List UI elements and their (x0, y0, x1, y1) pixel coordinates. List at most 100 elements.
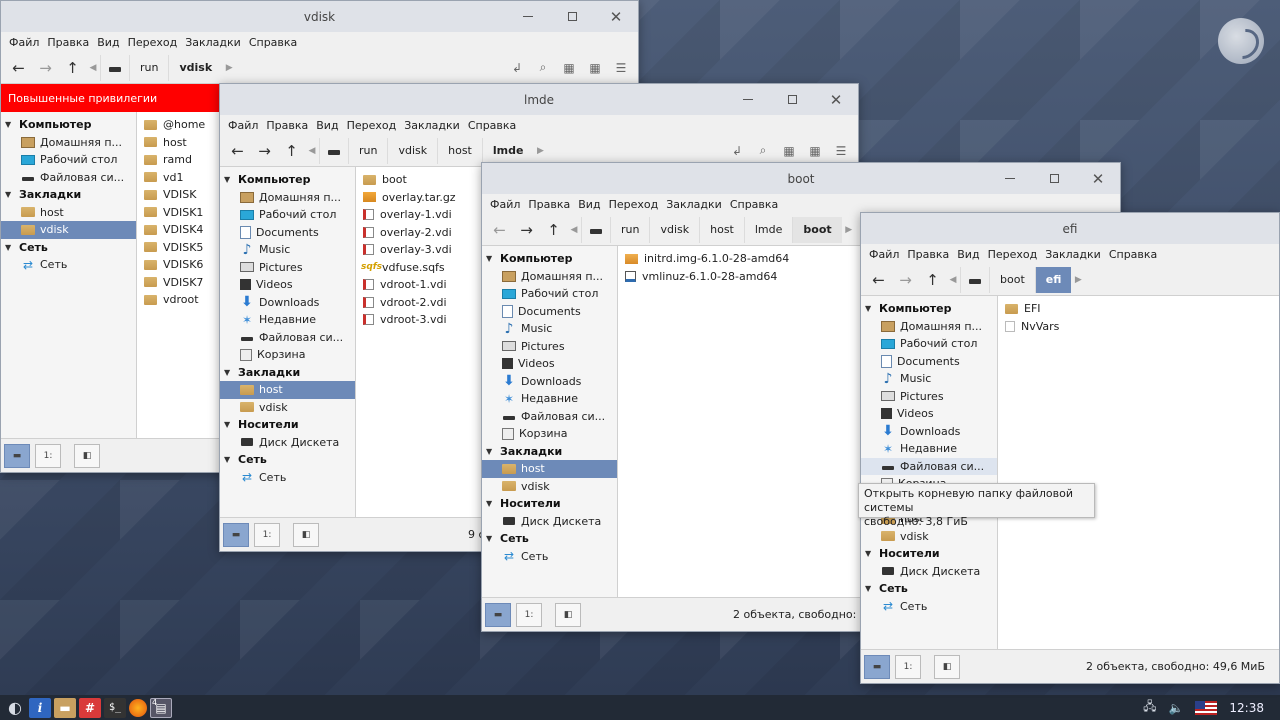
sidebar-item-pictures[interactable]: Pictures (482, 338, 617, 356)
sidebar-item-network[interactable]: ⇄ Сеть (220, 469, 355, 487)
sidebar-item-music[interactable]: ♪ Music (861, 370, 997, 388)
sidebar-item-desktop[interactable]: Рабочий стол (861, 335, 997, 353)
compact-view-button[interactable]: ▦ (582, 55, 608, 81)
crumb-scroll-left[interactable]: ◀ (86, 63, 100, 73)
crumb-run[interactable]: run (610, 216, 649, 243)
minimize-button[interactable] (506, 1, 550, 32)
toggle-sidebar-button[interactable]: ◧ (74, 443, 100, 468)
up-button[interactable]: ↑ (540, 216, 567, 243)
titlebar[interactable]: efi (861, 213, 1279, 244)
toggle-tree-button[interactable]: 1: (254, 522, 280, 547)
sidebar-item-desktop[interactable]: Рабочий стол (220, 206, 355, 224)
sidebar-item-floppy[interactable]: Диск Дискета (861, 563, 997, 581)
menu-file[interactable]: Файл (486, 198, 524, 211)
crumb-run[interactable]: run (129, 54, 168, 81)
menu-view[interactable]: Вид (312, 119, 342, 132)
sidebar-item-music[interactable]: ♪ Music (220, 241, 355, 259)
menu-file[interactable]: Файл (5, 36, 43, 49)
minimize-button[interactable] (988, 163, 1032, 194)
sidebar-section-bookmarks[interactable]: ▼ Закладки (220, 364, 355, 382)
menu-edit[interactable]: Правка (262, 119, 312, 132)
menu-bookmarks[interactable]: Закладки (400, 119, 464, 132)
menu-help[interactable]: Справка (245, 36, 301, 49)
search-button[interactable]: ⌕ (530, 55, 556, 81)
menu-go[interactable]: Переход (343, 119, 401, 132)
forward-button[interactable]: → (513, 216, 540, 243)
crumb-scroll-left[interactable]: ◀ (305, 146, 319, 156)
menu-go[interactable]: Переход (605, 198, 663, 211)
info-launcher[interactable]: i (29, 697, 51, 718)
menu-go[interactable]: Переход (124, 36, 182, 49)
menu-edit[interactable]: Правка (43, 36, 93, 49)
crumb-scroll-right[interactable]: ▶ (842, 225, 856, 235)
crumb-vdisk[interactable]: vdisk (649, 216, 699, 243)
crumb-boot[interactable]: boot (989, 266, 1035, 293)
sidebar-item-videos[interactable]: Videos (861, 405, 997, 423)
sidebar-section-bookmarks[interactable]: ▼ Закладки (1, 186, 136, 204)
crumb-vdisk[interactable]: vdisk (387, 137, 437, 164)
sidebar-section-network[interactable]: ▼ Сеть (861, 580, 997, 598)
crumb-boot[interactable]: boot (792, 216, 842, 243)
crumb-lmde[interactable]: lmde (743, 216, 793, 243)
toggle-sidebar-button[interactable]: ◧ (293, 522, 319, 547)
crumb-scroll-right[interactable]: ▶ (1071, 275, 1085, 285)
crumb-root[interactable] (960, 266, 989, 293)
sidebar-item-desktop[interactable]: Рабочий стол (482, 285, 617, 303)
back-button[interactable]: ← (865, 266, 892, 293)
sidebar-item-documents[interactable]: Documents (861, 353, 997, 371)
sidebar-item-music[interactable]: ♪ Music (482, 320, 617, 338)
file-item[interactable]: EFI (999, 300, 1279, 318)
sidebar-item-filesystem[interactable]: Файловая си... (1, 169, 136, 187)
back-button[interactable]: ← (486, 216, 513, 243)
list-view-button[interactable]: ☰ (828, 138, 854, 164)
titlebar[interactable]: vdisk ✕ (1, 1, 638, 32)
maximize-button[interactable] (550, 1, 594, 32)
sidebar-item-trash[interactable]: Корзина (482, 425, 617, 443)
terminal-launcher[interactable]: $_ (104, 697, 126, 718)
menu-help[interactable]: Справка (464, 119, 520, 132)
icon-view-button[interactable]: ▦ (776, 138, 802, 164)
sidebar-section-computer[interactable]: ▼ Компьютер (861, 300, 997, 318)
sidebar-item-pictures[interactable]: Pictures (861, 388, 997, 406)
sidebar-item-host[interactable]: host (220, 381, 355, 399)
sidebar-section-network[interactable]: ▼ Сеть (220, 451, 355, 469)
toggle-places-button[interactable]: ▬ (864, 654, 890, 679)
crumb-run[interactable]: run (348, 137, 387, 164)
sidebar-item-downloads[interactable]: ⬇ Downloads (220, 294, 355, 312)
forward-button[interactable]: → (892, 266, 919, 293)
crumb-scroll-right[interactable]: ▶ (222, 63, 236, 73)
file-item[interactable]: NvVars (999, 318, 1279, 336)
menu-bookmarks[interactable]: Закладки (181, 36, 245, 49)
menu-help[interactable]: Справка (1105, 248, 1161, 261)
sidebar-item-desktop[interactable]: Рабочий стол (1, 151, 136, 169)
crumb-scroll-right[interactable]: ▶ (533, 146, 547, 156)
sidebar-item-host[interactable]: host (482, 460, 617, 478)
toggle-tree-button[interactable]: 1: (895, 654, 921, 679)
up-button[interactable]: ↑ (278, 137, 305, 164)
sidebar-item-network[interactable]: ⇄ Сеть (1, 256, 136, 274)
crumb-scroll-left[interactable]: ◀ (567, 225, 581, 235)
sidebar-item-documents[interactable]: Documents (220, 224, 355, 242)
root-terminal-launcher[interactable]: # (79, 697, 101, 718)
crumb-root[interactable] (100, 54, 129, 81)
sidebar-item-downloads[interactable]: ⬇ Downloads (482, 373, 617, 391)
toggle-sidebar-button[interactable]: ◧ (934, 654, 960, 679)
crumb-host[interactable]: host (437, 137, 482, 164)
sidebar-item-home[interactable]: Домашняя п... (482, 268, 617, 286)
sidebar-item-vdisk[interactable]: vdisk (482, 478, 617, 496)
minimize-button[interactable] (726, 84, 770, 115)
sidebar-item-floppy[interactable]: Диск Дискета (482, 513, 617, 531)
crumb-efi[interactable]: efi (1034, 266, 1072, 293)
sidebar-section-computer[interactable]: ▼ Компьютер (482, 250, 617, 268)
sidebar-item-filesystem[interactable]: Файловая си... (861, 457, 997, 475)
toggle-tree-button[interactable]: 1: (516, 602, 542, 627)
crumb-scroll-left[interactable]: ◀ (946, 275, 960, 285)
sidebar-item-downloads[interactable]: ⬇ Downloads (861, 423, 997, 441)
open-terminal-button[interactable]: ↲ (724, 138, 750, 164)
sidebar-item-floppy[interactable]: Диск Дискета (220, 434, 355, 452)
crumb-root[interactable] (581, 216, 610, 243)
crumb-vdisk[interactable]: vdisk (168, 54, 222, 81)
sidebar-item-recent[interactable]: ✶ Недавние (482, 390, 617, 408)
menu-file[interactable]: Файл (865, 248, 903, 261)
menu-file[interactable]: Файл (224, 119, 262, 132)
